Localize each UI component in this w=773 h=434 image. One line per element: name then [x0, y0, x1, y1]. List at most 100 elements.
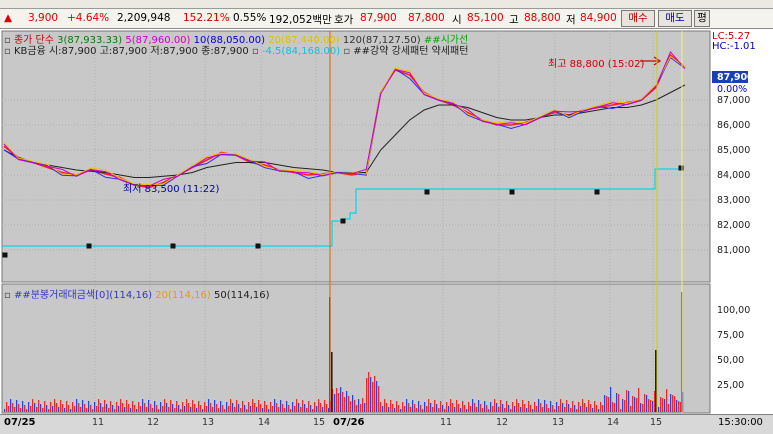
volume-bar — [480, 404, 482, 412]
pattern-marker — [678, 165, 684, 171]
volume-bar — [308, 401, 310, 412]
volume-bar — [486, 405, 488, 412]
volume-bar — [84, 404, 86, 412]
volume-bar — [456, 400, 458, 412]
volume-bar — [16, 400, 18, 412]
buy-button[interactable]: 매수 — [621, 10, 655, 27]
volume-bar — [538, 399, 540, 412]
volume-bar — [12, 403, 14, 412]
volume-bar — [290, 409, 292, 412]
volume-bar — [170, 400, 172, 412]
volume-bar — [54, 399, 56, 412]
volume-bar — [304, 404, 306, 412]
volume-bar — [498, 407, 500, 412]
quote-bar: ▲ 3,900 +4.64% 2,209,948 152.21% 0.55% 1… — [0, 9, 773, 29]
volume-bar — [404, 406, 406, 412]
volume-bar — [46, 405, 48, 412]
volume-bar — [336, 388, 338, 412]
volume-bar — [68, 405, 70, 412]
volume-bar — [82, 400, 84, 412]
volume-bar — [496, 403, 498, 412]
volume-bar — [398, 405, 400, 412]
price-tick-81000: 81,000 — [717, 245, 751, 256]
volume-bar — [560, 399, 562, 412]
volume-bar — [406, 399, 408, 412]
volume-bar — [444, 409, 446, 412]
volume-bar — [530, 405, 532, 412]
volume-bar — [416, 408, 418, 412]
volume-bar — [376, 381, 378, 412]
volume-bar — [278, 407, 280, 412]
volume-bar — [150, 404, 152, 412]
volume-bar — [248, 402, 250, 412]
volume-bar — [198, 401, 200, 412]
time-label: 15:30:00 — [718, 417, 763, 428]
volume-bar — [342, 392, 344, 412]
volume-bar — [648, 399, 650, 412]
volume-bar — [600, 402, 602, 412]
volume-bar — [42, 408, 44, 412]
volume-bar — [476, 407, 478, 412]
volume-bar — [522, 400, 524, 412]
volume-bar — [422, 409, 424, 412]
volume-bar — [506, 401, 508, 412]
volume-bar — [250, 406, 252, 412]
volume-bar — [554, 409, 556, 412]
volume-bar — [62, 404, 64, 412]
volume-bar — [460, 408, 462, 412]
eval-button[interactable]: 평 — [694, 10, 710, 27]
volume-bar — [382, 406, 384, 412]
volume-spike-bar — [655, 350, 657, 412]
volume-bar — [670, 394, 672, 412]
volume-bar — [216, 404, 218, 412]
volume-bar — [532, 409, 534, 412]
volume-bar — [110, 401, 112, 412]
volume-bar — [644, 394, 646, 412]
pattern-marker — [594, 189, 600, 195]
volume-bar — [268, 409, 270, 412]
volume-bar — [408, 403, 410, 412]
volume-bar — [402, 402, 404, 412]
volume-bar — [100, 403, 102, 412]
volume-bar — [596, 405, 598, 412]
x-tick-d2-11: 11 — [440, 417, 453, 428]
volume-bar — [618, 394, 620, 412]
volume-bar — [282, 404, 284, 412]
volume-bar — [662, 398, 664, 412]
volume-bar — [470, 406, 472, 412]
volume-bar — [254, 403, 256, 412]
volume-bar — [130, 408, 132, 412]
volume-bar — [438, 408, 440, 412]
volume-bar — [314, 402, 316, 412]
low-annotation: 최저 83,500 (11:22) — [123, 184, 220, 195]
price-volume-chart[interactable] — [0, 29, 773, 415]
volume-bar — [634, 397, 636, 412]
volume-bar — [568, 404, 570, 412]
volume-bar — [558, 406, 560, 412]
volume-bar — [146, 407, 148, 412]
volume-bar — [128, 404, 130, 412]
volume-bar — [124, 407, 126, 412]
volume-bar — [214, 400, 216, 412]
volume-bar — [356, 405, 358, 412]
x-tick-d1-12: 12 — [147, 417, 160, 428]
x-tick-d2-14: 14 — [607, 417, 620, 428]
volume-bar — [638, 388, 640, 412]
volume-bar — [676, 400, 678, 412]
volume-bar — [366, 378, 368, 412]
volume-bar — [494, 399, 496, 412]
price-tick-83000: 83,000 — [717, 195, 751, 206]
volume-bar — [284, 408, 286, 412]
volume-bar — [156, 405, 158, 412]
volume-bar — [8, 406, 10, 412]
volume-bar — [564, 407, 566, 412]
volume-bar — [636, 398, 638, 412]
volume-bar — [88, 401, 90, 412]
x-tick-d1-11: 11 — [92, 417, 105, 428]
volume-bar — [202, 409, 204, 412]
volume-bar — [428, 399, 430, 412]
sell-button[interactable]: 매도 — [658, 10, 692, 27]
volume-bar — [32, 399, 34, 412]
volume-bar — [466, 409, 468, 412]
volume-bar — [488, 409, 490, 412]
